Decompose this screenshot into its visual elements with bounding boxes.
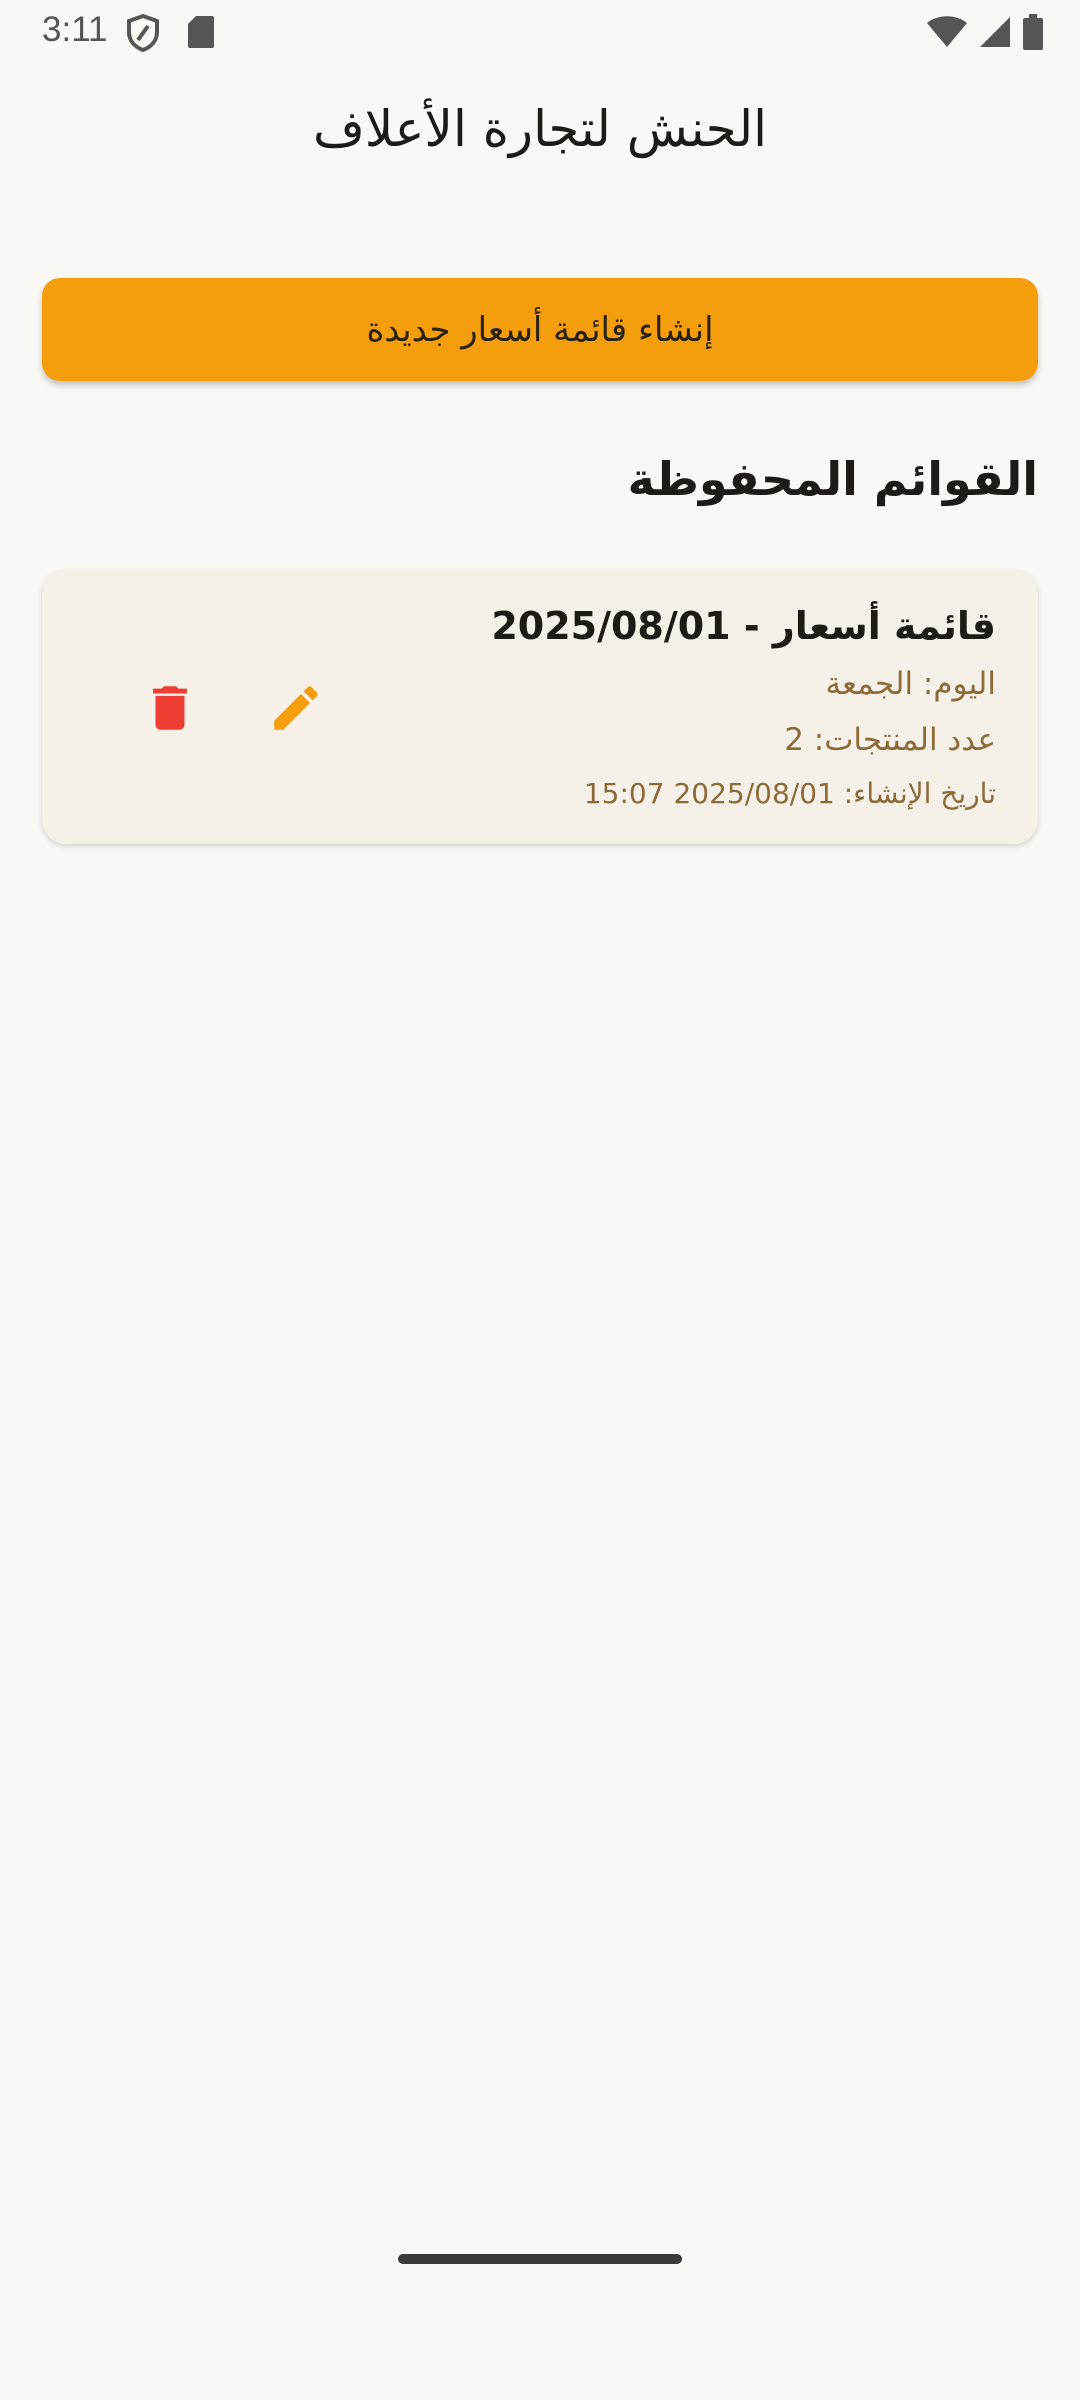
- saved-list-created-at: تاريخ الإنشاء: 2025/08/01 15:07: [583, 777, 996, 810]
- saved-list-title: قائمة أسعار - 2025/08/01: [491, 604, 996, 648]
- create-price-list-button[interactable]: إنشاء قائمة أسعار جديدة: [42, 278, 1038, 381]
- battery-icon: [1022, 14, 1044, 54]
- saved-list-products-count: عدد المنتجات: 2: [784, 722, 996, 758]
- delete-button[interactable]: [132, 670, 208, 746]
- shield-icon: [126, 13, 160, 56]
- status-right-icons: [926, 14, 1044, 54]
- signal-icon: [978, 15, 1012, 53]
- status-time: 3:11: [42, 10, 108, 49]
- saved-list-card[interactable]: قائمة أسعار - 2025/08/01 اليوم: الجمعة ع…: [42, 570, 1038, 844]
- wifi-icon: [926, 15, 968, 53]
- trash-icon: [153, 686, 187, 730]
- saved-list-day: اليوم: الجمعة: [825, 666, 997, 702]
- saved-list-info: قائمة أسعار - 2025/08/01 اليوم: الجمعة ع…: [491, 598, 996, 820]
- pencil-icon: [274, 686, 318, 730]
- status-bar: 3:11: [0, 0, 1080, 64]
- status-left-icons: [126, 13, 216, 56]
- app-title: الحنش لتجارة الأعلاف: [312, 100, 768, 158]
- home-indicator[interactable]: [398, 2254, 682, 2264]
- sd-card-icon: [186, 14, 216, 56]
- saved-lists-heading: القوائم المحفوظة: [627, 452, 1038, 506]
- edit-button[interactable]: [258, 670, 334, 746]
